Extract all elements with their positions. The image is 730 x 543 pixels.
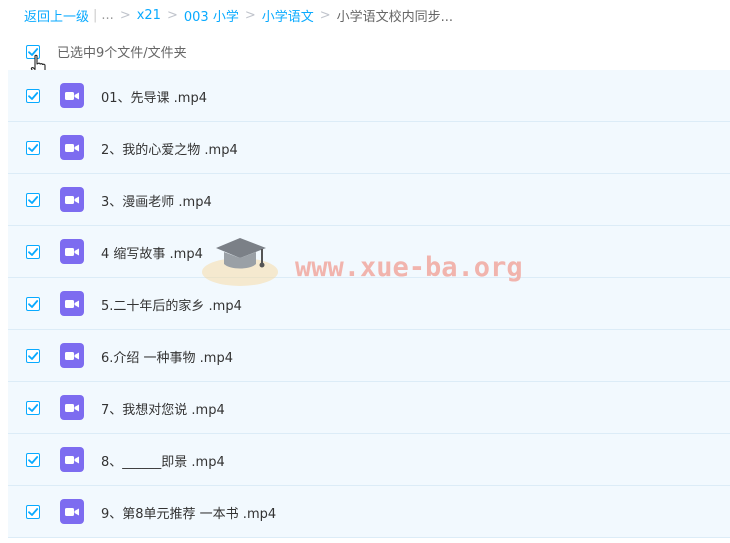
breadcrumb-item-003[interactable]: 003 小学 — [184, 6, 239, 25]
video-file-icon — [60, 291, 84, 316]
file-row[interactable]: 2、我的心爱之物 .mp4 — [8, 122, 730, 174]
video-file-icon — [60, 343, 84, 368]
check-icon — [28, 404, 39, 412]
video-file-icon — [60, 499, 84, 524]
file-row[interactable]: 4 缩写故事 .mp4 — [8, 226, 730, 278]
check-icon — [28, 248, 39, 256]
breadcrumb-pipe: | — [93, 7, 98, 23]
file-row[interactable]: 01、先导课 .mp4 — [8, 70, 730, 122]
video-file-icon — [60, 135, 84, 160]
check-icon — [28, 352, 39, 360]
file-name[interactable]: 6.介绍 一种事物 .mp4 — [101, 347, 233, 366]
file-name[interactable]: 7、我想对您说 .mp4 — [101, 399, 225, 418]
breadcrumb-separator: > — [244, 7, 256, 23]
file-checkbox[interactable] — [26, 89, 40, 103]
video-file-icon — [60, 83, 84, 108]
file-checkbox[interactable] — [26, 297, 40, 311]
file-name[interactable]: 01、先导课 .mp4 — [101, 87, 207, 106]
file-checkbox[interactable] — [26, 245, 40, 259]
file-checkbox[interactable] — [26, 401, 40, 415]
file-row[interactable]: 8、______即景 .mp4 — [8, 434, 730, 486]
file-row[interactable]: 9、第8单元推荐 一本书 .mp4 — [8, 486, 730, 538]
breadcrumb-separator: > — [166, 7, 178, 23]
video-file-icon — [60, 447, 84, 472]
file-row[interactable]: 7、我想对您说 .mp4 — [8, 382, 730, 434]
file-name[interactable]: 8、______即景 .mp4 — [101, 451, 225, 470]
check-icon — [28, 508, 39, 516]
check-icon — [28, 196, 39, 204]
select-all-bar: 已选中9个文件/文件夹 — [26, 42, 187, 61]
video-file-icon — [60, 187, 84, 212]
breadcrumb: 返回上一级 | ... > x21 > 003 小学 > 小学语文 > 小学语文… — [24, 5, 453, 25]
check-icon — [28, 92, 39, 100]
breadcrumb-ellipsis[interactable]: ... — [101, 8, 113, 23]
file-row[interactable]: 6.介绍 一种事物 .mp4 — [8, 330, 730, 382]
file-checkbox[interactable] — [26, 453, 40, 467]
breadcrumb-separator: > — [119, 7, 131, 23]
file-row[interactable]: 3、漫画老师 .mp4 — [8, 174, 730, 226]
file-name[interactable]: 4 缩写故事 .mp4 — [101, 243, 203, 262]
check-icon — [28, 456, 39, 464]
video-file-icon — [60, 239, 84, 264]
file-checkbox[interactable] — [26, 505, 40, 519]
back-link[interactable]: 返回上一级 — [24, 6, 89, 25]
breadcrumb-item-x21[interactable]: x21 — [137, 8, 161, 23]
file-name[interactable]: 9、第8单元推荐 一本书 .mp4 — [101, 503, 276, 522]
file-checkbox[interactable] — [26, 193, 40, 207]
check-icon — [28, 144, 39, 152]
file-list: 01、先导课 .mp4 2、我的心爱之物 .mp4 3、漫画老师 .mp4 4 缩写故… — [8, 70, 730, 538]
file-checkbox[interactable] — [26, 141, 40, 155]
file-checkbox[interactable] — [26, 349, 40, 363]
file-name[interactable]: 5.二十年后的家乡 .mp4 — [101, 295, 242, 314]
file-name[interactable]: 3、漫画老师 .mp4 — [101, 191, 212, 210]
breadcrumb-current: 小学语文校内同步... — [336, 9, 454, 25]
video-file-icon — [60, 395, 84, 420]
breadcrumb-separator: > — [319, 7, 331, 23]
file-name[interactable]: 2、我的心爱之物 .mp4 — [101, 139, 238, 158]
check-icon — [28, 300, 39, 308]
breadcrumb-item-chinese[interactable]: 小学语文 — [262, 6, 314, 25]
file-row[interactable]: 5.二十年后的家乡 .mp4 — [8, 278, 730, 330]
selection-count-label: 已选中9个文件/文件夹 — [57, 46, 187, 61]
